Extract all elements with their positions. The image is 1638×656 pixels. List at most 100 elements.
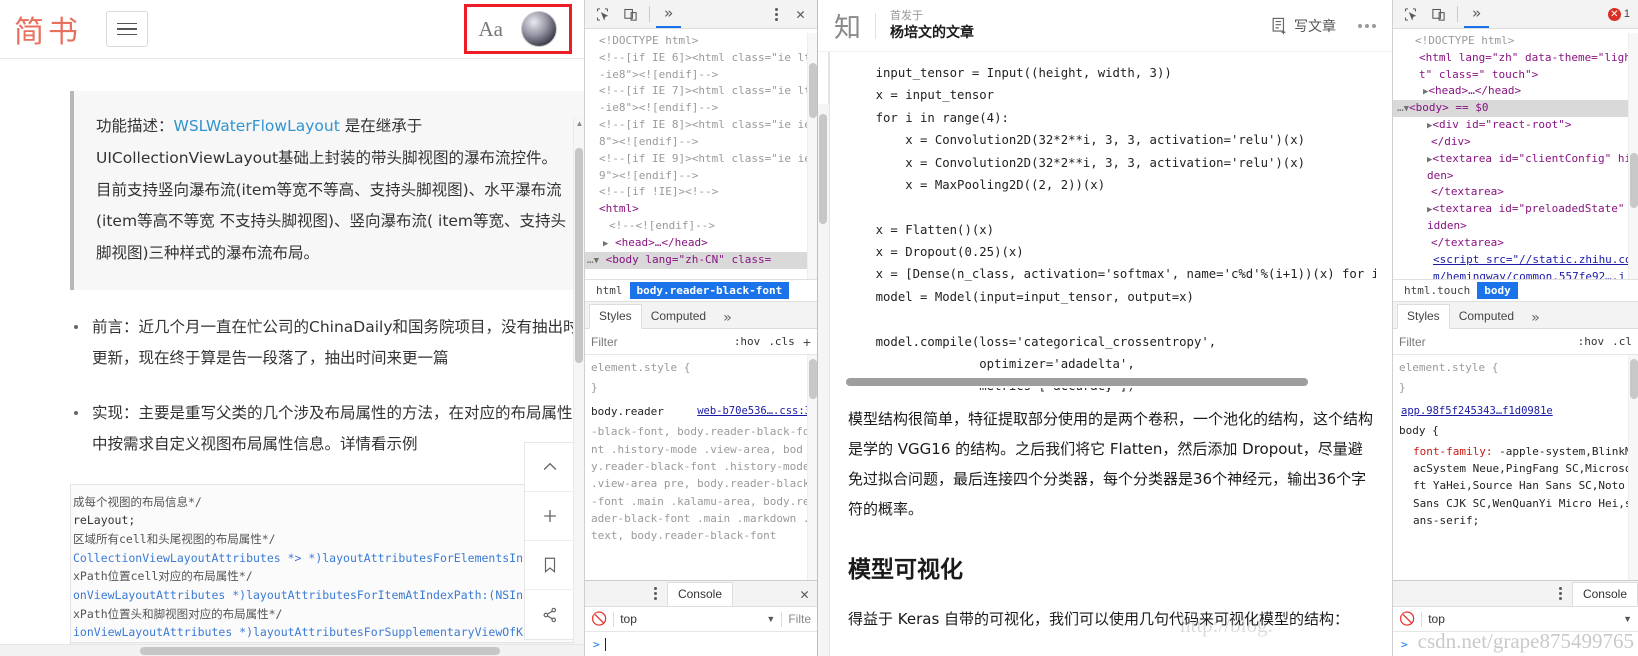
close-icon[interactable]: ✕ [792,585,817,603]
dom-line-collapsed[interactable]: ▶ <head>…</head> [585,235,817,252]
expand-triangle-icon[interactable]: ▶ [603,239,608,249]
style-rule-header: web-b70e536….css:3 body.reader [591,403,817,420]
tab-console[interactable]: Console [667,582,733,606]
dom-line[interactable]: ▶<textarea id="clientConfig" hidden> [1393,151,1638,185]
more-panels-button[interactable]: » [656,1,681,28]
devtools-dom-tree[interactable]: <!DOCTYPE html> <html lang="zh" data-the… [1393,29,1638,279]
console-context-selector[interactable]: top [620,612,637,626]
tab-styles[interactable]: Styles [1397,304,1450,329]
user-avatar[interactable] [521,11,557,47]
styles-scrollbar[interactable] [1628,355,1638,580]
scrollbar-thumb[interactable] [819,114,827,224]
dom-line-selected[interactable]: …▼ <body lang="zh-CN" class= [585,252,817,269]
dom-line[interactable]: <!--[if IE 6]><html class="ie lt-ie8"><!… [585,50,817,84]
zhihu-vertical-scrollbar[interactable] [818,104,829,656]
jianshu-article-body: 功能描述：WSLWaterFlowLayout 是在继承于UICollectio… [0,59,584,656]
more-options-icon[interactable] [1358,24,1376,28]
write-article-label: 写文章 [1294,16,1336,36]
device-toolbar-icon[interactable] [617,2,643,26]
console-prompt-row[interactable]: > [1393,632,1638,656]
dom-line[interactable]: <!--[if IE 7]><html class="ie lt-ie8"><!… [585,83,817,117]
inspect-element-icon[interactable] [589,2,615,26]
cls-toggle[interactable]: .cl [1612,335,1632,348]
tab-computed[interactable]: Computed [1450,305,1523,328]
more-options-icon[interactable] [1551,587,1570,600]
scrollbar-thumb[interactable] [575,148,583,363]
devtools-dom-tree[interactable]: <!DOCTYPE html> <!--[if IE 6]><html clas… [585,29,817,279]
dom-line[interactable]: </textarea> [1393,184,1638,201]
dom-line-selected[interactable]: …▼<body> == $0 [1393,100,1638,117]
styles-pane[interactable]: element.style { } app.98f5f245343…f1d098… [1393,355,1638,580]
dom-tree-scrollbar[interactable] [807,33,817,279]
dom-line[interactable]: <!--[if IE 8]><html class="ie ie8"><![en… [585,117,817,151]
dom-line[interactable]: </textarea> [1393,235,1638,252]
dom-line[interactable]: <html> [585,201,817,218]
share-icon[interactable] [525,590,575,639]
styles-filter-input[interactable]: Filter [1399,335,1570,349]
zhihu-logo[interactable]: 知 [834,6,861,45]
style-source-link[interactable]: web-b70e536….css:3 [697,403,811,420]
more-tabs-button[interactable]: » [1523,308,1547,328]
dom-line[interactable]: <!--[if IE 9]><html class="ie ie9"><![en… [585,151,817,185]
dom-line[interactable]: <!DOCTYPE html> [585,33,817,50]
breadcrumb-item-body[interactable]: body [1477,282,1518,299]
code-horizontal-scrollbar[interactable] [846,378,1376,386]
styles-pane[interactable]: element.style { } web-b70e536….css:3 bod… [585,355,817,580]
console-filter-input[interactable]: Filte [788,612,811,626]
device-toolbar-icon[interactable] [1425,2,1451,26]
dom-line-collapsed[interactable]: ▶<head>…</head> [1393,83,1638,100]
quote-link[interactable]: WSLWaterFlowLayout [174,117,340,135]
jianshu-logo[interactable]: 简书 [14,7,82,51]
styles-filter-input[interactable]: Filter [591,335,726,349]
bookmark-icon[interactable] [525,541,575,590]
dom-line[interactable]: ▶<textarea id="preloadedState" hidden> [1393,201,1638,235]
scrollbar-thumb[interactable] [846,378,1308,386]
dom-line[interactable]: </div> [1393,134,1638,151]
chevron-down-icon[interactable]: ▼ [766,614,775,624]
dom-tree-scrollbar[interactable] [1628,33,1638,279]
write-article-button[interactable]: 写文章 [1270,16,1336,36]
dom-line[interactable]: <html lang="zh" data-theme="light" class… [1393,50,1638,84]
hov-toggle[interactable]: :hov [734,335,761,348]
scrollbar-thumb[interactable] [140,647,500,655]
tab-styles[interactable]: Styles [589,304,642,329]
scroll-up-arrow-icon[interactable]: ▲ [575,119,584,128]
hamburger-icon[interactable] [106,11,148,47]
close-icon[interactable]: ✕ [788,5,813,23]
dom-line-text: <body lang="zh-CN" class= [606,253,772,266]
error-badge[interactable]: ✕ 1 [1608,8,1634,21]
dom-line[interactable]: ▶<div id="react-root"> [1393,117,1638,134]
styles-scrollbar[interactable] [807,355,817,580]
cls-toggle[interactable]: .cls [768,335,795,348]
jianshu-horizontal-scrollbar[interactable] [0,644,584,656]
tab-computed[interactable]: Computed [642,305,715,328]
breadcrumb-item-body[interactable]: body.reader-black-font [630,282,790,299]
dom-line[interactable]: <!--[if !IE]><!--> [585,184,817,201]
inspect-element-icon[interactable] [1397,2,1423,26]
add-icon[interactable] [525,492,575,541]
clear-console-icon[interactable]: 🚫 [591,611,607,627]
clear-console-icon[interactable]: 🚫 [1399,611,1415,627]
scroll-to-top-icon[interactable] [525,443,575,492]
console-context-selector[interactable]: top [1428,612,1445,626]
breadcrumb-item-html[interactable]: html [589,282,630,299]
console-prompt-row[interactable]: > [585,632,817,656]
hov-toggle[interactable]: :hov [1578,335,1605,348]
dom-line[interactable]: <!--<![endif]--> [585,218,817,235]
element-style-close: } [591,379,817,396]
dom-line-script[interactable]: <script src="//static.zhihu.com/hemingwa… [1393,252,1638,279]
breadcrumb-item-html[interactable]: html.touch [1397,282,1477,299]
more-panels-button[interactable]: » [1464,1,1489,28]
collapse-triangle-icon[interactable]: ▼ [594,256,599,266]
tab-console[interactable]: Console [1572,582,1638,606]
jianshu-vertical-scrollbar[interactable]: ▲ ▼ [573,118,584,656]
style-source-link[interactable]: app.98f5f245343…f1d0981e [1401,403,1632,420]
font-size-button[interactable]: Aa [479,17,504,42]
new-style-rule-button[interactable]: + [803,334,811,350]
more-options-icon[interactable] [646,587,665,600]
more-tabs-button[interactable]: » [715,308,739,328]
chevron-down-icon[interactable]: ▼ [1623,614,1632,624]
column-name[interactable]: 杨培文的文章 [890,23,974,42]
dom-line[interactable]: <!DOCTYPE html> [1393,33,1638,50]
more-options-icon[interactable] [767,8,786,21]
